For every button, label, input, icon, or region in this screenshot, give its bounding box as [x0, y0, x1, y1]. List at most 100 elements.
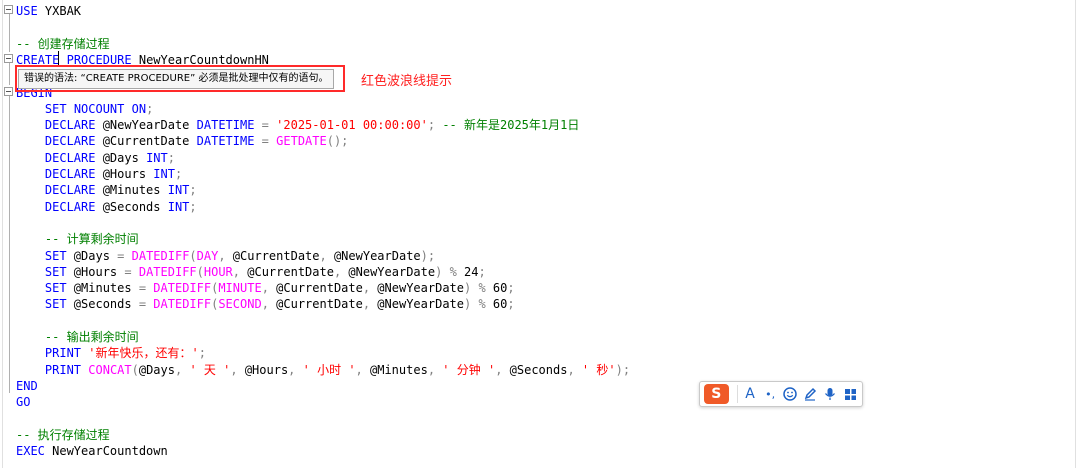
outline-bar	[9, 14, 10, 52]
code-token: =	[138, 297, 147, 312]
code-token: ' 天 '	[189, 362, 231, 377]
code-line[interactable]: PRINT '新年快乐，还有：';	[16, 345, 206, 361]
code-token: @NewYearDate	[370, 297, 464, 312]
code-token: NewYearCountdown	[44, 444, 168, 459]
code-token: MINUTE	[218, 281, 262, 296]
code-token: (	[189, 248, 197, 263]
code-token: DECLARE	[16, 199, 96, 214]
code-token: DAY	[196, 248, 219, 263]
code-line[interactable]: DECLARE @Days INT;	[16, 150, 175, 166]
code-token: @Minutes	[66, 281, 139, 296]
code-token: @Days	[95, 150, 147, 165]
code-token: 60	[485, 297, 508, 312]
code-token: ;	[167, 150, 175, 165]
code-line[interactable]: SET @Minutes = DATEDIFF(MINUTE, @Current…	[16, 280, 515, 296]
fold-toggle-icon[interactable]	[4, 54, 13, 63]
code-line[interactable]: DECLARE @CurrentDate DATETIME = GETDATE(…	[16, 133, 349, 149]
code-line[interactable]: EXEC NewYearCountdown	[16, 443, 168, 459]
code-line[interactable]: DECLARE @Hours INT;	[16, 166, 182, 182]
code-token: =	[138, 281, 147, 296]
code-token: -- 创建存储过程	[16, 36, 110, 51]
code-line[interactable]: SET @Seconds = DATEDIFF(SECOND, @Current…	[16, 296, 515, 312]
code-line[interactable]: -- 执行存储过程	[16, 427, 110, 443]
code-token: =	[124, 264, 132, 279]
punctuation-button[interactable]: •,	[763, 385, 778, 403]
code-token: GETDATE	[276, 134, 327, 149]
code-token: @CurrentDate	[268, 297, 363, 312]
code-token: DATEDIFF	[131, 248, 190, 263]
code-token: %	[478, 281, 486, 296]
annotation-label: 红色波浪线提示	[361, 74, 453, 89]
font-button[interactable]: A	[742, 385, 757, 403]
code-line[interactable]: USE YXBAK	[16, 3, 81, 19]
code-token: ' 分钟 '	[442, 362, 496, 377]
code-line[interactable]: GO	[16, 394, 30, 410]
code-token: ();	[326, 134, 349, 149]
code-token: '2025-01-01 00:00:00'	[276, 118, 428, 133]
code-token: %	[449, 264, 457, 279]
fold-toggle-icon[interactable]	[4, 87, 13, 96]
code-token: ;	[146, 101, 154, 116]
code-line[interactable]: -- 创建存储过程	[16, 36, 110, 52]
code-line[interactable]: SET @Days = DATEDIFF(DAY, @CurrentDate, …	[16, 248, 435, 264]
text-cursor	[58, 51, 59, 66]
code-token: @CurrentDate	[95, 134, 197, 149]
code-line[interactable]: DECLARE @NewYearDate DATETIME = '2025-01…	[16, 117, 579, 133]
code-token: DECLARE	[16, 167, 96, 181]
code-token: -- 计算剩余时间	[16, 232, 139, 247]
editor-right-edge	[1075, 0, 1076, 468]
code-token: ;	[189, 199, 197, 214]
code-line[interactable]: PRINT CONCAT(@Days, ' 天 ', @Hours, ' 小时 …	[16, 362, 630, 378]
code-line[interactable]: DECLARE @Minutes INT;	[16, 182, 197, 198]
emoji-icon[interactable]	[783, 385, 798, 403]
code-token: @Minutes	[362, 362, 428, 377]
code-token: PRINT	[16, 346, 82, 361]
code-line[interactable]: END	[16, 378, 38, 394]
code-token: DATEDIFF	[138, 264, 197, 279]
code-token: NOCOUNT	[73, 101, 125, 116]
code-line[interactable]: SET NOCOUNT ON;	[16, 101, 153, 117]
microphone-icon[interactable]	[823, 385, 838, 403]
code-token: SET	[16, 281, 67, 296]
fold-toggle-icon[interactable]	[4, 5, 13, 14]
code-token: DATETIME	[196, 134, 255, 149]
code-token: ,	[232, 264, 241, 279]
code-token: ;	[507, 297, 515, 312]
code-token: ;	[427, 118, 436, 133]
code-token: GO	[16, 395, 31, 410]
code-token: 60	[485, 281, 508, 296]
editor-left-margin	[2, 0, 3, 468]
code-line[interactable]: -- 计算剩余时间	[16, 231, 139, 247]
code-token: SET	[16, 264, 67, 279]
code-token: SET	[16, 297, 67, 312]
code-token: SECOND	[218, 297, 262, 312]
code-token: INT	[146, 150, 168, 165]
code-token: ,	[362, 281, 371, 296]
toolbox-grid-icon[interactable]	[843, 385, 858, 403]
code-token: DECLARE	[16, 134, 96, 149]
code-token: @CurrentDate	[240, 264, 334, 279]
code-token: @Days	[138, 362, 175, 377]
code-token: 24	[456, 264, 479, 279]
code-token: ;	[478, 264, 486, 279]
code-token: );	[420, 248, 436, 263]
code-line[interactable]: DECLARE @Seconds INT;	[16, 199, 197, 215]
code-line[interactable]: SET @Hours = DATEDIFF(HOUR, @CurrentDate…	[16, 264, 486, 280]
code-line[interactable]: -- 输出剩余时间	[16, 329, 139, 345]
code-token: ;	[507, 281, 515, 296]
code-token: ,	[355, 362, 363, 377]
handwriting-icon[interactable]	[803, 385, 818, 403]
code-token: EXEC	[16, 444, 45, 459]
code-token: @NewYearDate	[370, 281, 464, 296]
code-token: DECLARE	[16, 118, 96, 133]
code-token: ,	[261, 281, 269, 296]
ime-toolbar[interactable]: S A •,	[699, 381, 863, 407]
code-token: ,	[319, 248, 327, 263]
code-token: -- 执行存储过程	[16, 427, 110, 442]
code-token: =	[261, 134, 269, 149]
code-token: (	[131, 362, 139, 377]
sogou-logo-icon[interactable]: S	[704, 384, 729, 404]
